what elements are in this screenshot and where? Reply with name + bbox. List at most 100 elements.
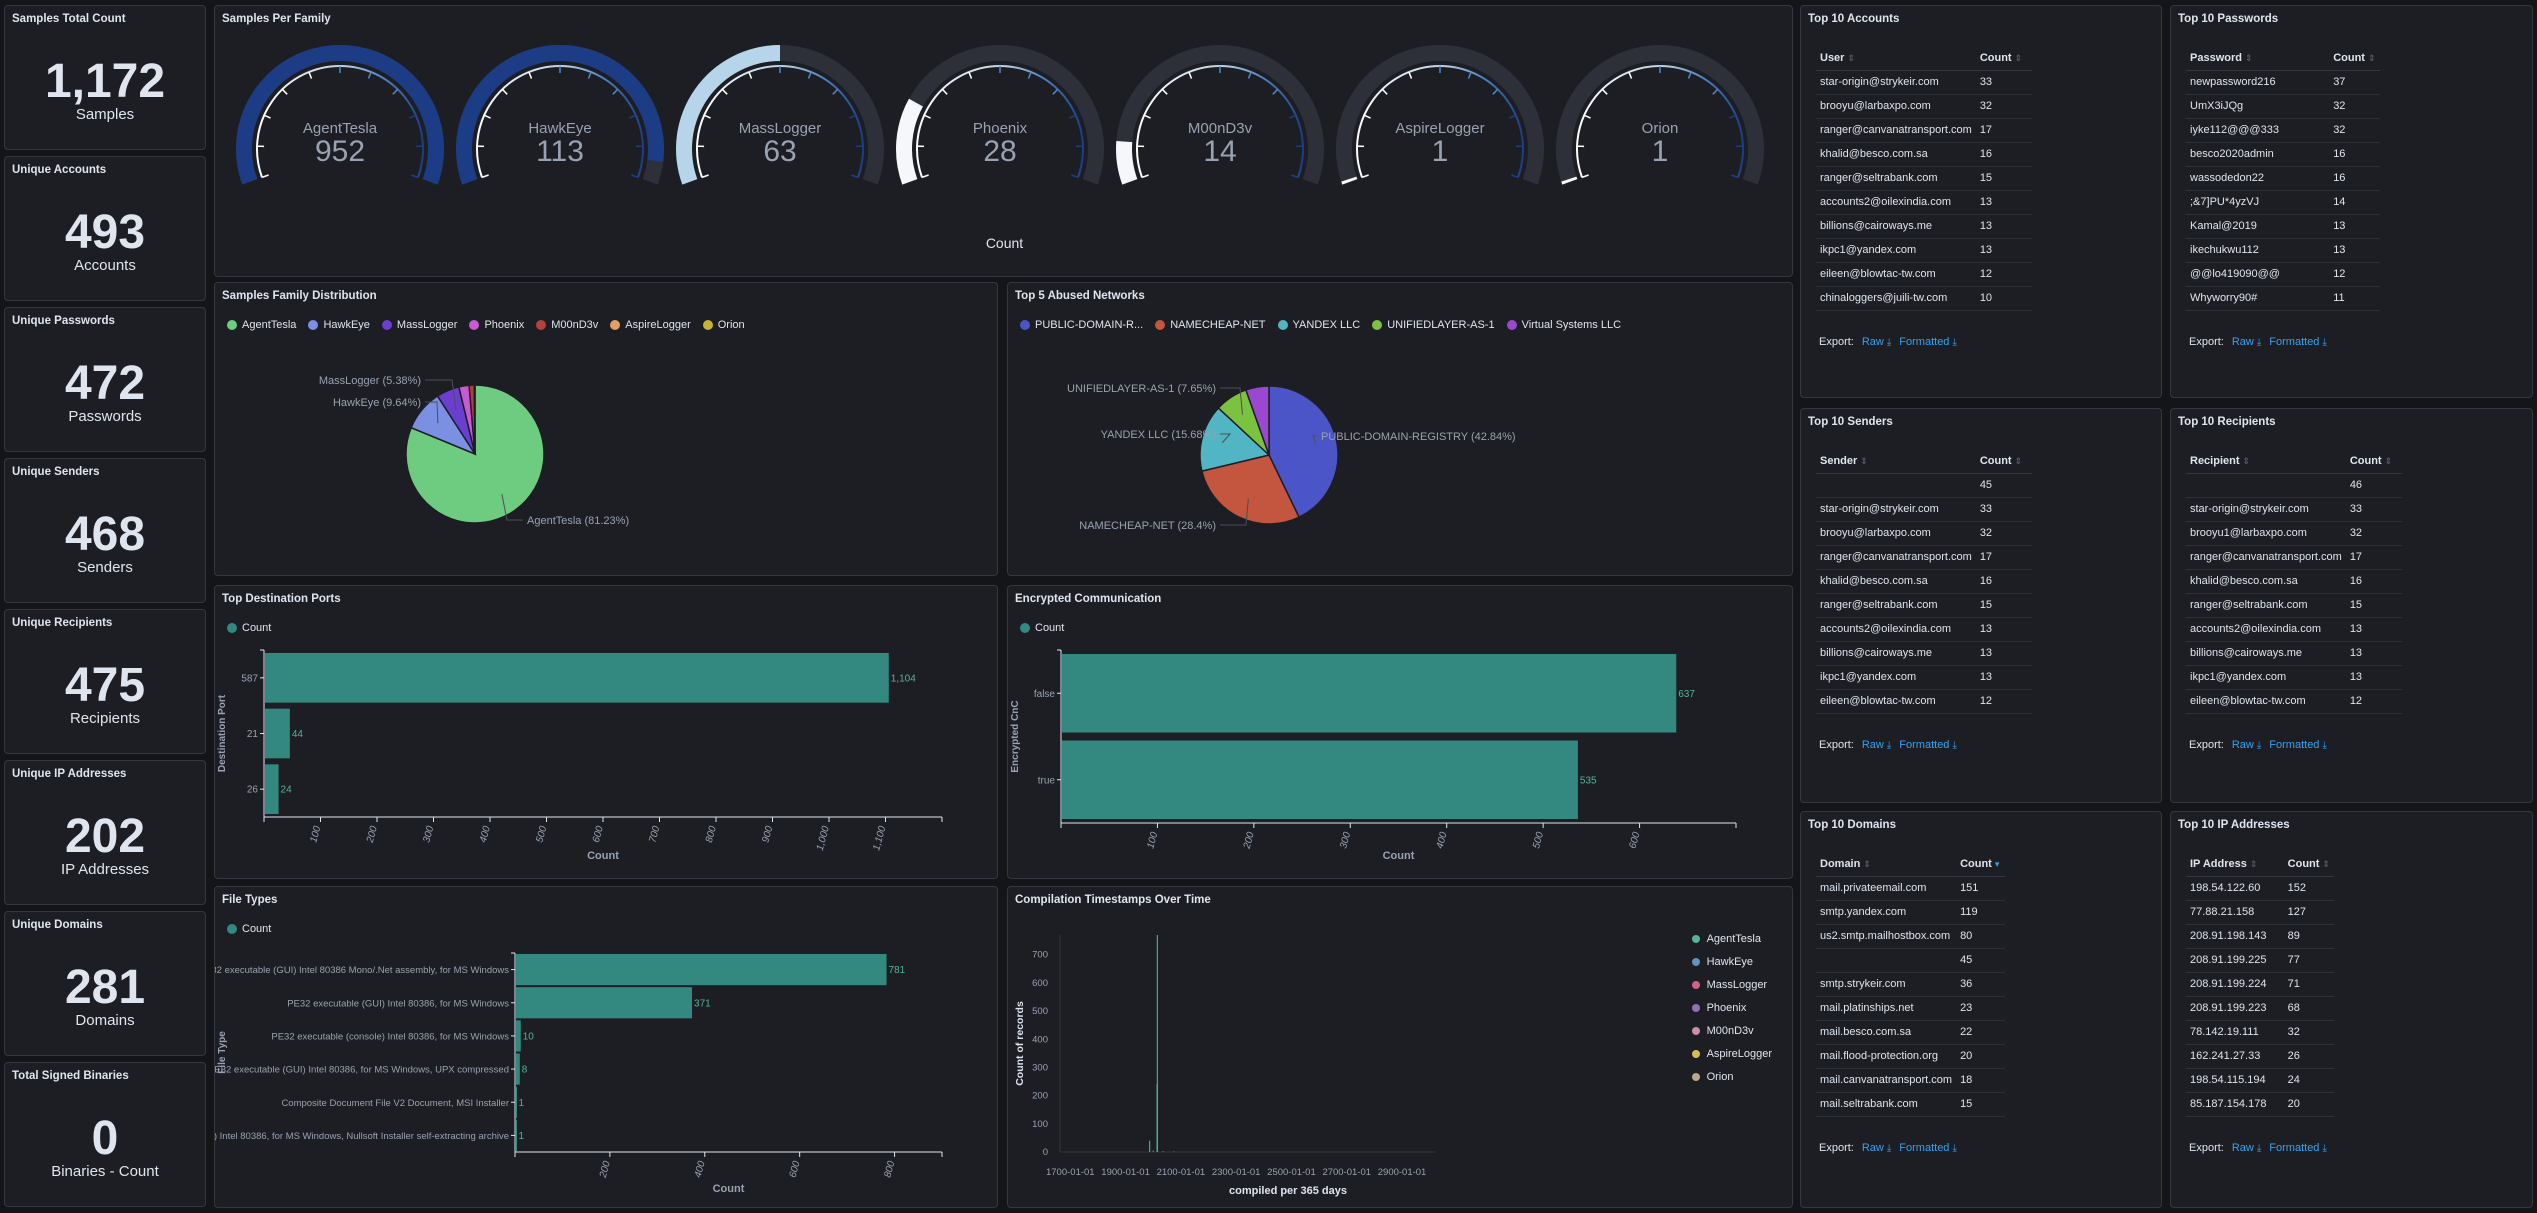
bar[interactable] [516,1053,520,1085]
x-tick-label: 400 [693,1160,708,1179]
samples-per-family-panel: Samples Per Family AgentTesla 952 HawkEye 1… [214,5,1793,277]
y-axis-title: File Type [217,1031,228,1074]
export-formatted-link[interactable]: Formatted ⤓ [2269,739,2327,751]
sort-icon[interactable]: ⇕ [2245,53,2253,63]
column-header[interactable]: Sender ⇕ [1816,449,1976,474]
bar[interactable] [265,764,279,814]
export-raw-link[interactable]: Raw ⤓ [2232,336,2261,348]
gauge: Orion1 [1556,45,1764,185]
export-raw-link[interactable]: Raw ⤓ [1862,739,1891,751]
cell-count: 119 [1956,900,2006,925]
legend-item[interactable]: AspireLogger [610,319,691,331]
encrypted-communication-panel: Encrypted Communication Count false 637 tr… [1007,585,1793,879]
histogram-bar[interactable] [1162,1151,1164,1152]
histogram-bar[interactable] [1156,1084,1158,1152]
bar[interactable] [1062,740,1578,820]
export-formatted-link[interactable]: Formatted ⤓ [2269,1142,2327,1154]
column-header[interactable]: Count ⇕ [2345,449,2402,474]
bar[interactable] [265,708,290,759]
export-raw-link[interactable]: Raw ⤓ [2232,1142,2261,1154]
histogram-bar[interactable] [1173,1151,1175,1152]
column-header[interactable]: User ⇕ [1816,46,1976,71]
sort-desc-icon[interactable]: ▾ [1995,859,2000,869]
cell-key: us2.smtp.mailhostbox.com [1816,924,1957,949]
cell-count: 127 [2283,900,2334,925]
legend-item[interactable]: Phoenix [1691,996,1772,1019]
bar-value-label: 1 [518,1098,524,1109]
sort-icon[interactable]: ⇕ [2385,456,2393,466]
legend-item[interactable]: Phoenix [469,319,524,331]
bar[interactable] [516,1086,517,1118]
bar[interactable] [516,954,887,986]
export-raw-link[interactable]: Raw ⤓ [1862,1142,1891,1154]
export-formatted-link[interactable]: Formatted ⤓ [1899,1142,1957,1154]
metric-title: Unique Accounts [12,164,107,176]
legend-item[interactable]: M00nD3v [536,319,598,331]
sort-icon[interactable]: ⇕ [2015,456,2023,466]
cell-key: ranger@canvanatransport.com [1816,118,1976,143]
column-header[interactable]: IP Address ⇕ [2186,852,2284,877]
legend-item[interactable]: HawkEye [1691,950,1772,973]
panel-title: Samples Per Family [222,13,331,25]
family-legend: AgentTesla HawkEye MassLogger Phoenix M00nD3… [227,319,745,331]
legend-item[interactable]: AgentTesla [1691,927,1772,950]
histogram-bar[interactable] [1152,1150,1154,1152]
x-tick-label: 400 [478,825,493,844]
sort-icon[interactable]: ⇕ [1860,456,1868,466]
export-formatted-link[interactable]: Formatted ⤓ [1899,739,1957,751]
legend-item[interactable]: Count [227,622,271,634]
metric-value: 0 [91,1112,119,1165]
sort-icon[interactable]: ⇕ [2368,53,2376,63]
export-formatted-link[interactable]: Formatted ⤓ [2269,336,2327,348]
bar[interactable] [516,987,693,1019]
legend-item[interactable]: Virtual Systems LLC [1506,319,1621,331]
gauge-tick [1687,71,1692,79]
cell-count: 13 [2345,665,2402,690]
legend-item[interactable]: UNIFIEDLAYER-AS-1 [1372,319,1495,331]
cell-key: ranger@canvanatransport.com [2186,545,2346,570]
legend-item[interactable]: M00nD3v [1691,1019,1772,1042]
legend-item[interactable]: MassLogger [1691,973,1772,996]
legend-dot-icon [1020,623,1030,633]
legend-item[interactable]: NAMECHEAP-NET [1155,319,1266,331]
cell-key: 208.91.199.225 [2186,948,2284,973]
x-tick-label: 1,100 [871,825,888,852]
cell-key: ranger@canvanatransport.com [1816,545,1976,570]
column-header[interactable]: Count ⇕ [2329,46,2380,71]
export-raw-link[interactable]: Raw ⤓ [1862,336,1891,348]
sort-icon[interactable]: ⇕ [2250,859,2258,869]
sort-icon[interactable]: ⇕ [2015,53,2023,63]
column-header[interactable]: Count ⇕ [1975,46,2032,71]
legend-item[interactable]: AgentTesla [227,319,296,331]
column-header[interactable]: Password ⇕ [2186,46,2330,71]
sort-icon[interactable]: ⇕ [2243,456,2251,466]
bar[interactable] [265,653,889,703]
download-icon: ⤓ [2256,337,2262,348]
download-icon: ⤓ [2256,740,2262,751]
legend-item[interactable]: PUBLIC-DOMAIN-R... [1020,319,1143,331]
column-header[interactable]: Count ⇕ [2283,852,2334,877]
legend-item[interactable]: Orion [702,319,745,331]
cell-key: brooyu@larbaxpo.com [1816,521,1976,546]
legend-item[interactable]: Orion [1691,1065,1772,1088]
legend-item[interactable]: YANDEX LLC [1277,319,1360,331]
legend-item[interactable]: Count [1020,622,1064,634]
export-raw-link[interactable]: Raw ⤓ [2232,739,2261,751]
legend-item[interactable]: AspireLogger [1691,1042,1772,1065]
export-formatted-link[interactable]: Formatted ⤓ [1899,336,1957,348]
sort-icon[interactable]: ⇕ [1847,53,1855,63]
bar[interactable] [516,1020,521,1052]
column-header[interactable]: Count ▾ [1956,852,2006,877]
sort-icon[interactable]: ⇕ [2322,859,2330,869]
legend-item[interactable]: HawkEye [308,319,370,331]
legend-item[interactable]: Count [227,923,271,935]
cell-key [1816,948,1957,973]
bar[interactable] [1062,654,1677,733]
sort-icon[interactable]: ⇕ [1863,859,1871,869]
legend-item[interactable]: MassLogger [381,319,457,331]
bar[interactable] [516,1119,517,1151]
column-header[interactable]: Count ⇕ [1975,449,2032,474]
column-header[interactable]: Recipient ⇕ [2186,449,2346,474]
histogram-bar[interactable] [1149,1140,1151,1152]
column-header[interactable]: Domain ⇕ [1816,852,1957,877]
